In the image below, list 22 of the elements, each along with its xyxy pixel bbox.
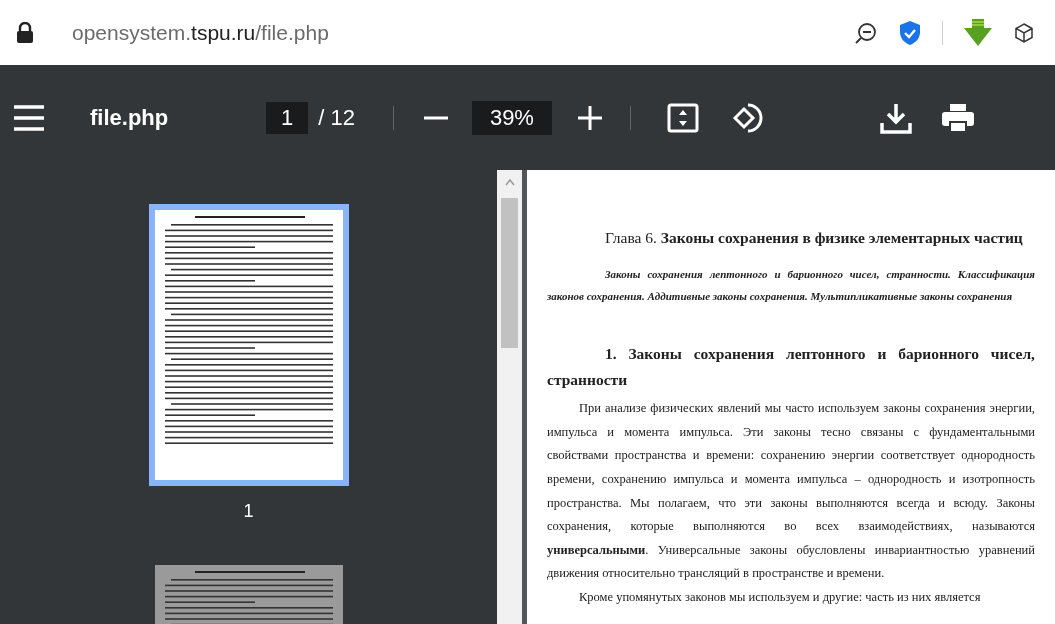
url-text[interactable]: opensystem.tspu.ru/file.php [72,16,329,49]
chapter-abstract: Законы сохранения лептонного и барионного чисел, странности. Классификация законов сохранения. Аддитивные законы сохранения. Мультипликативные законы сохранения [547,267,1035,305]
cube-icon[interactable] [1013,21,1035,44]
scrollbar[interactable] [497,170,522,624]
page-count-text: / 12 [318,104,355,132]
menu-icon[interactable] [12,103,46,132]
shield-icon[interactable] [898,19,922,46]
lock-icon [16,21,34,44]
scrollbar-thumb[interactable] [501,198,518,348]
document-title: file.php [90,104,169,132]
section-heading: 1. Законы сохранения лептонного и барионного чисел, странности [547,344,1035,391]
zoom-out-icon[interactable] [854,20,878,45]
fit-page-icon[interactable] [666,102,699,133]
zoom-in-button[interactable] [575,103,604,132]
page-number-field[interactable]: 1 [266,101,309,134]
download-arrow-icon[interactable] [963,18,993,47]
body-paragraph: При анализе физических явлений мы часто используем законы сохранения энергии, импульса и момента импульса. Эти законы тесно связаны с фундаментальными свойствами пространства и времени: сохранению энергии соответствует однородность времени, сохранению импульса и момента импульса – однородность и изотропность пространства. Мы полагаем, что эти законы выполняются всегда и всюду. Законы сохранения, которые выполняются во всех взаимодействиях, называются универсальными. Универсальные законы обусловлены инвариантностью уравнений движения относительно трансляций в пространстве и времени. [547,400,1035,583]
chapter-heading: Глава 6. Законы сохранения в физике элементарных частиц [604,228,1024,248]
zoom-level-field[interactable]: 39% [471,100,552,135]
page-number-label: 1 [243,500,254,523]
print-icon[interactable] [940,102,975,133]
body-paragraph: Кроме упомянутых законов мы используем и другие: часть из них является [578,589,982,606]
